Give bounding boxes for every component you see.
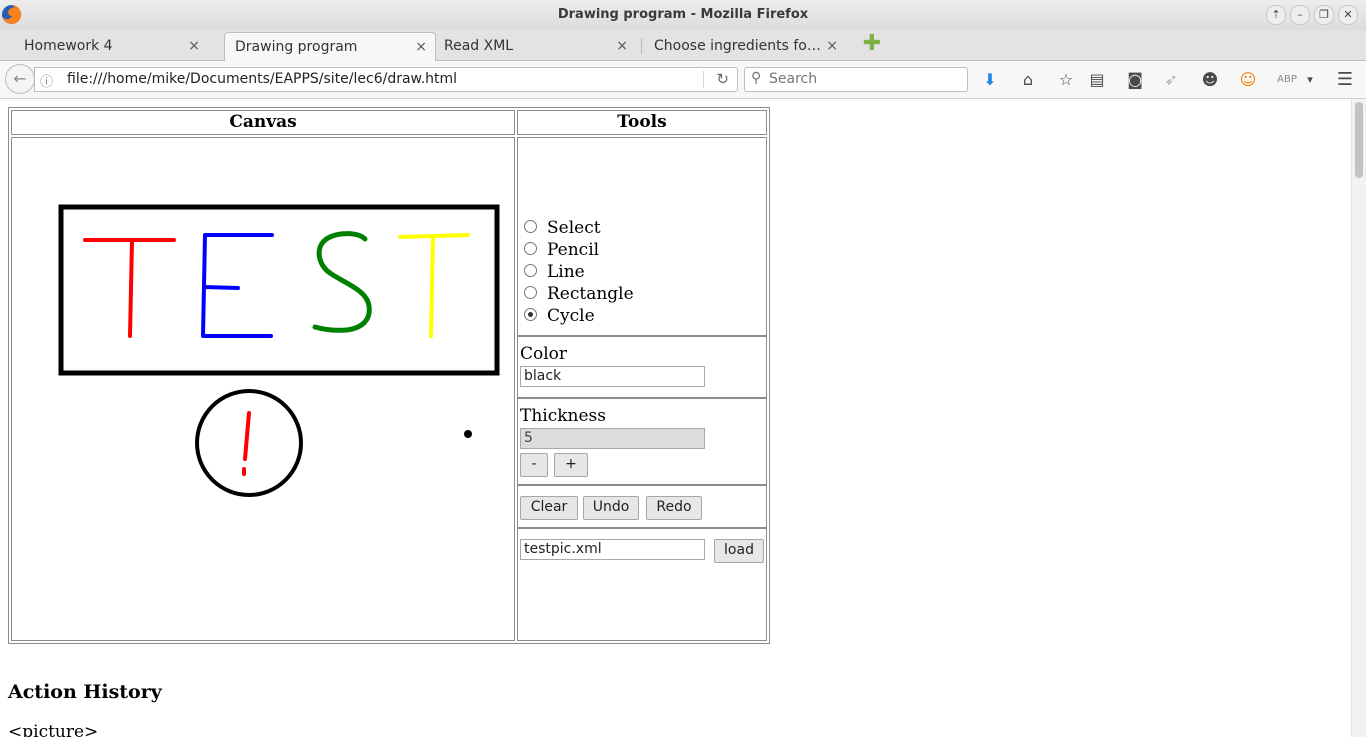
tool-select-label: Select bbox=[547, 218, 601, 238]
color-input[interactable]: black bbox=[520, 366, 705, 387]
adblock-dropdown-icon[interactable]: ▾ bbox=[1299, 69, 1321, 91]
window-controls: ⇡ – ❐ ✕ bbox=[1266, 5, 1358, 25]
maximize-icon[interactable]: ❐ bbox=[1314, 5, 1334, 25]
tool-pencil-label: Pencil bbox=[547, 240, 600, 260]
drawn-dot bbox=[464, 430, 472, 438]
letter-s-green bbox=[312, 231, 372, 333]
drawing-app-table: Canvas Tools Select Pencil Line Rectangl… bbox=[8, 107, 770, 644]
navigation-bar: ← ⓘ file:///home/mike/Documents/EAPPS/si… bbox=[0, 61, 1366, 99]
home-icon[interactable]: ⌂ bbox=[1017, 69, 1039, 91]
close-window-icon[interactable]: ✕ bbox=[1338, 5, 1358, 25]
radio-rectangle[interactable] bbox=[524, 286, 537, 299]
tools-panel: Select Pencil Line Rectangle Cycle Color… bbox=[517, 137, 767, 641]
page-scrollbar[interactable] bbox=[1351, 99, 1366, 737]
canvas-header: Canvas bbox=[11, 110, 515, 135]
url-text[interactable]: file:///home/mike/Documents/EAPPS/site/l… bbox=[67, 71, 457, 87]
tab-read-xml[interactable]: Read XML × bbox=[436, 32, 636, 60]
thickness-decrease-button[interactable]: - bbox=[520, 453, 548, 477]
tab-label: Homework 4 bbox=[24, 38, 113, 54]
radio-line[interactable] bbox=[524, 264, 537, 277]
window-up-icon[interactable]: ⇡ bbox=[1266, 5, 1286, 25]
reload-icon[interactable]: ↻ bbox=[716, 70, 729, 88]
download-icon[interactable]: ⬇ bbox=[979, 69, 1001, 91]
window-titlebar: Drawing program - Mozilla Firefox ⇡ – ❐ … bbox=[0, 0, 1366, 31]
radio-select[interactable] bbox=[524, 220, 537, 233]
file-name-input[interactable]: testpic.xml bbox=[520, 539, 705, 560]
send-tab-icon[interactable]: ➶ bbox=[1160, 69, 1182, 91]
tool-cycle-label: Cycle bbox=[547, 306, 595, 326]
radio-pencil[interactable] bbox=[524, 242, 537, 255]
tab-separator bbox=[641, 38, 642, 54]
adblock-icon[interactable]: ABP bbox=[1276, 69, 1298, 91]
action-history-title: Action History bbox=[8, 681, 162, 703]
urlbar-divider bbox=[703, 71, 704, 88]
tool-pencil-option[interactable]: Pencil bbox=[524, 240, 599, 262]
thickness-input: 5 bbox=[520, 428, 705, 449]
redo-button[interactable]: Redo bbox=[646, 496, 702, 520]
tab-close-icon[interactable]: × bbox=[826, 38, 838, 54]
tab-label: Read XML bbox=[444, 38, 514, 54]
search-input[interactable] bbox=[769, 71, 959, 87]
tab-close-icon[interactable]: × bbox=[188, 38, 200, 54]
tool-rectangle-label: Rectangle bbox=[547, 284, 634, 304]
undo-button[interactable]: Undo bbox=[583, 496, 639, 520]
tool-line-option[interactable]: Line bbox=[524, 262, 585, 284]
divider bbox=[518, 484, 766, 486]
thickness-increase-button[interactable]: + bbox=[554, 453, 588, 477]
letter-t-yellow bbox=[398, 233, 470, 338]
history-xml-line: <picture> bbox=[8, 722, 99, 737]
addon-smiley-icon[interactable]: ☺ bbox=[1237, 69, 1259, 91]
tab-strip: Homework 4 × Drawing program × Read XML … bbox=[0, 30, 1366, 61]
tool-rectangle-option[interactable]: Rectangle bbox=[524, 284, 634, 306]
exclamation-mark-red bbox=[242, 411, 251, 476]
search-box[interactable]: ⚲ bbox=[744, 67, 968, 92]
window-title: Drawing program - Mozilla Firefox bbox=[557, 7, 809, 22]
letter-e-blue bbox=[201, 233, 274, 338]
clear-button[interactable]: Clear bbox=[520, 496, 578, 520]
site-info-icon[interactable]: ⓘ bbox=[40, 71, 53, 90]
reading-list-icon[interactable]: ▤ bbox=[1086, 69, 1108, 91]
bookmark-star-icon[interactable]: ☆ bbox=[1055, 69, 1077, 91]
drawn-circle bbox=[195, 389, 303, 497]
tab-drawing-program[interactable]: Drawing program × bbox=[224, 32, 436, 61]
tab-choose-ingredients[interactable]: Choose ingredients for … × bbox=[646, 32, 846, 60]
pocket-icon[interactable]: ◙ bbox=[1124, 69, 1146, 91]
new-tab-plus-icon[interactable]: ✚ bbox=[862, 33, 882, 55]
tab-close-icon[interactable]: × bbox=[616, 38, 628, 54]
tab-label: Choose ingredients for … bbox=[654, 38, 824, 54]
tools-header: Tools bbox=[517, 110, 767, 135]
search-icon: ⚲ bbox=[751, 70, 762, 86]
divider bbox=[518, 527, 766, 529]
tab-label: Drawing program bbox=[235, 39, 358, 55]
drawing-canvas[interactable] bbox=[11, 137, 515, 641]
page-content: Canvas Tools Select Pencil Line Rectangl… bbox=[0, 99, 1350, 737]
tool-select-option[interactable]: Select bbox=[524, 218, 601, 240]
divider bbox=[518, 335, 766, 337]
tab-homework[interactable]: Homework 4 × bbox=[8, 32, 208, 60]
minimize-icon[interactable]: – bbox=[1290, 5, 1310, 25]
hamburger-menu-icon[interactable]: ☰ bbox=[1334, 69, 1356, 91]
tool-cycle-option[interactable]: Cycle bbox=[524, 306, 595, 328]
url-bar[interactable]: ⓘ file:///home/mike/Documents/EAPPS/site… bbox=[34, 67, 738, 92]
radio-cycle[interactable] bbox=[524, 308, 537, 321]
thickness-label: Thickness bbox=[520, 406, 607, 426]
letter-t-red bbox=[83, 238, 176, 338]
chat-icon[interactable]: ☻ bbox=[1199, 69, 1221, 91]
tab-close-icon[interactable]: × bbox=[415, 39, 427, 55]
canvas-drawing[interactable] bbox=[12, 138, 514, 640]
load-button[interactable]: load bbox=[714, 539, 764, 563]
back-arrow-icon[interactable]: ← bbox=[5, 64, 35, 94]
scrollbar-thumb[interactable] bbox=[1355, 102, 1363, 178]
divider bbox=[518, 397, 766, 399]
color-label: Color bbox=[520, 344, 568, 364]
tool-line-label: Line bbox=[547, 262, 585, 282]
